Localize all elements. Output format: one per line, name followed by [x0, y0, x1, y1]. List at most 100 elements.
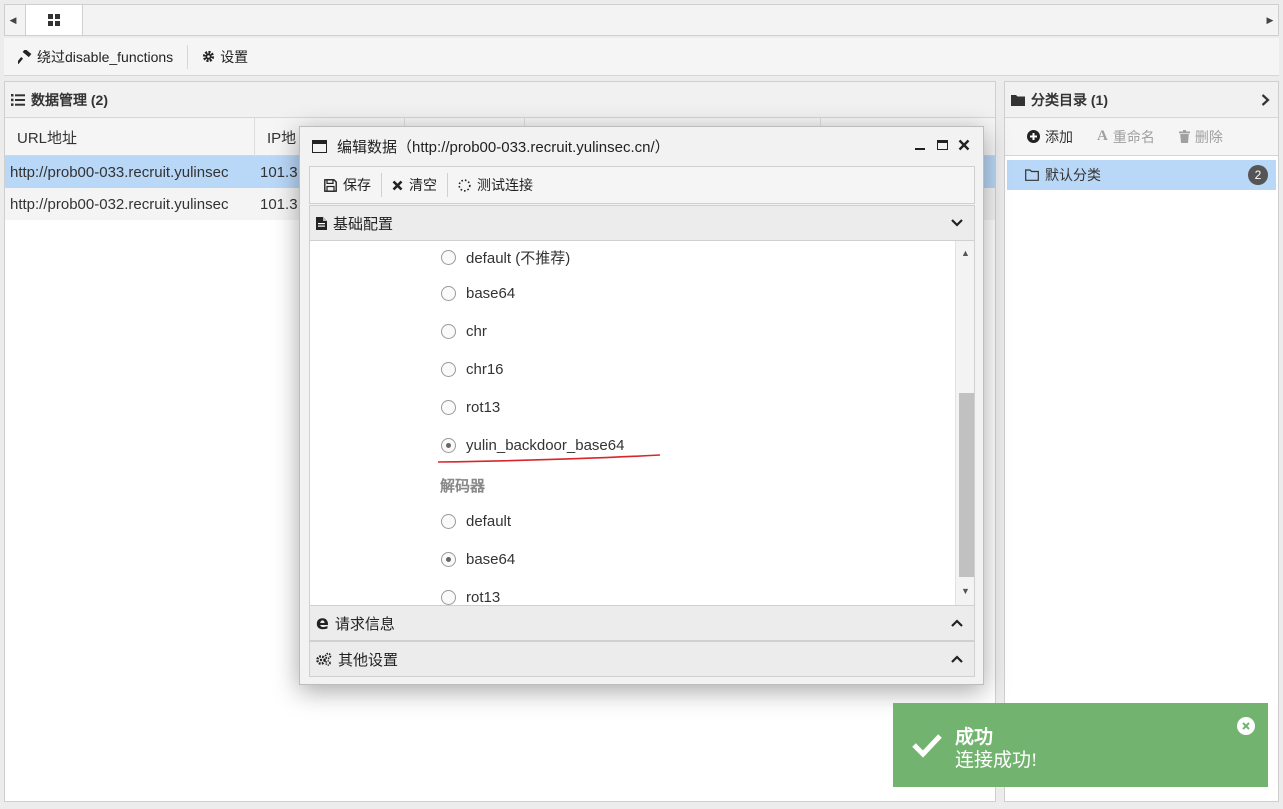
bypass-label: 绕过disable_functions	[37, 48, 174, 65]
add-label: 添加	[1045, 128, 1073, 145]
radio-button-selected[interactable]	[441, 438, 456, 453]
close-button[interactable]	[957, 135, 971, 155]
radio-button[interactable]	[441, 514, 456, 529]
data-panel-header: 数据管理 (2)	[5, 82, 995, 118]
section-other-title: 其他设置	[338, 651, 399, 669]
clear-label: 清空	[409, 177, 437, 193]
settings-label: 设置	[220, 48, 249, 65]
radio-button[interactable]	[441, 590, 456, 605]
list-icon	[11, 93, 25, 106]
save-label: 保存	[343, 177, 371, 193]
rename-label: 重命名	[1112, 128, 1155, 145]
encoder-option-chr[interactable]: chr	[441, 323, 487, 340]
encoder-label: chr	[466, 323, 487, 340]
save-button[interactable]: 保存	[314, 172, 381, 198]
delete-label: 删除	[1194, 128, 1223, 145]
annotation-underline	[437, 454, 661, 463]
chevron-right-icon[interactable]	[1261, 94, 1270, 106]
toast-close-button[interactable]	[1237, 717, 1255, 735]
encoder-option-rot13[interactable]: rot13	[441, 399, 500, 416]
success-toast: 成功 连接成功!	[893, 703, 1268, 787]
basic-config-body[interactable]: default (不推荐) base64 chr chr16 rot13 yul…	[309, 241, 975, 605]
minimize-icon	[915, 148, 925, 150]
section-basic-config[interactable]: 基础配置	[309, 205, 975, 241]
dialog-title: 编辑数据（http://prob00-033.recruit.yulinsec.…	[337, 138, 670, 156]
maximize-icon	[936, 140, 948, 150]
dialog-toolbar: 保存 清空 测试连接	[309, 166, 975, 204]
test-label: 测试连接	[477, 177, 533, 193]
settings-button[interactable]: 设置	[188, 44, 262, 70]
decoder-option-base64[interactable]: base64	[441, 551, 515, 568]
bypass-disable-functions-button[interactable]: 绕过disable_functions	[4, 44, 187, 70]
close-icon	[392, 180, 403, 190]
close-icon	[1242, 722, 1250, 730]
column-ip-label: IP地	[267, 129, 297, 147]
radio-button[interactable]	[441, 324, 456, 339]
main-toolbar: 绕过disable_functions 设置	[4, 38, 1279, 76]
data-panel-title: 数据管理 (2)	[31, 91, 108, 108]
url-cell: http://prob00-033.recruit.yulinsec	[10, 163, 229, 181]
encoder-label: default (不推荐)	[466, 250, 571, 267]
category-label: 默认分类	[1045, 167, 1101, 183]
folder-icon	[1011, 94, 1025, 106]
section-other-settings[interactable]: 其他设置	[309, 641, 975, 677]
vertical-scrollbar[interactable]: ▲ ▼	[955, 241, 974, 605]
window-controls	[913, 135, 971, 155]
radio-button[interactable]	[441, 250, 456, 265]
category-panel-title: 分类目录 (1)	[1031, 91, 1108, 108]
decoder-option-default[interactable]: default	[441, 513, 511, 530]
radio-button[interactable]	[441, 400, 456, 415]
tab-scroll-left-icon[interactable]: ◀	[5, 5, 21, 35]
radio-button-selected[interactable]	[441, 552, 456, 567]
font-icon: A	[1097, 128, 1108, 144]
category-toolbar: 添加 A 重命名 删除	[1005, 118, 1278, 156]
decoder-label: base64	[466, 551, 516, 568]
section-request-info[interactable]: e 请求信息	[309, 605, 975, 641]
dialog-titlebar[interactable]: 编辑数据（http://prob00-033.recruit.yulinsec.…	[300, 127, 983, 165]
tab-home[interactable]	[25, 5, 83, 35]
folder-open-icon	[1025, 169, 1039, 181]
category-item-default[interactable]: 默认分类 2	[1007, 160, 1276, 190]
radio-button[interactable]	[441, 362, 456, 377]
category-panel-header: 分类目录 (1)	[1005, 82, 1278, 118]
floppy-icon	[324, 178, 337, 192]
encoder-label: chr16	[466, 361, 504, 378]
close-icon	[958, 139, 970, 151]
section-request-title: 请求信息	[334, 615, 395, 633]
clear-button[interactable]: 清空	[382, 172, 447, 198]
add-category-button[interactable]: 添加	[1017, 124, 1083, 150]
grid-icon	[48, 14, 60, 26]
scroll-up-icon[interactable]: ▲	[956, 245, 974, 261]
checkmark-icon	[912, 734, 942, 758]
hammer-icon	[18, 49, 32, 64]
decoder-option-rot13[interactable]: rot13	[441, 589, 500, 605]
scrollbar-thumb[interactable]	[959, 393, 974, 577]
column-url-label: URL地址	[17, 129, 78, 147]
trash-icon	[1178, 130, 1190, 143]
encoder-option-default[interactable]: default (不推荐)	[441, 247, 570, 268]
window-icon	[312, 139, 327, 153]
chevron-up-icon	[951, 655, 963, 663]
maximize-button[interactable]	[935, 135, 949, 155]
encoder-option-base64[interactable]: base64	[441, 285, 515, 302]
tab-scroll-right-icon[interactable]: ▶	[1262, 5, 1278, 35]
minimize-button[interactable]	[913, 135, 927, 155]
column-url[interactable]: URL地址	[5, 118, 255, 156]
edge-icon: e	[316, 611, 329, 634]
rename-category-button[interactable]: A 重命名	[1087, 124, 1165, 150]
decoder-group-label: 解码器	[440, 478, 486, 495]
gear-icon	[203, 50, 215, 63]
delete-category-button[interactable]: 删除	[1169, 124, 1233, 150]
encoder-label: rot13	[466, 399, 501, 416]
encoder-option-chr16[interactable]: chr16	[441, 361, 504, 378]
tab-strip: ◀ ▶	[4, 4, 1279, 36]
decoder-label: default	[466, 513, 512, 530]
category-panel: 分类目录 (1) 添加 A 重命名 删除 默认分类 2	[1004, 81, 1279, 802]
url-cell: http://prob00-032.recruit.yulinsec	[10, 195, 229, 213]
spinner-icon	[458, 178, 471, 192]
plus-circle-icon	[1027, 130, 1040, 143]
radio-button[interactable]	[441, 286, 456, 301]
scroll-down-icon[interactable]: ▼	[956, 583, 974, 599]
test-connection-button[interactable]: 测试连接	[448, 172, 543, 198]
chevron-down-icon	[951, 219, 963, 227]
